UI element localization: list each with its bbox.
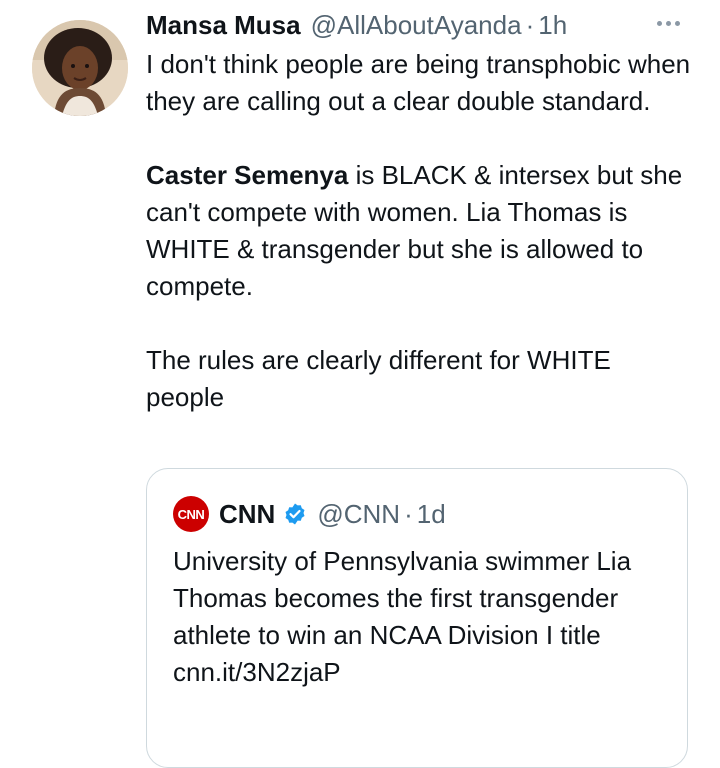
- tweet-text: I don't think people are being transphob…: [146, 46, 696, 416]
- quoted-author-handle[interactable]: @CNN: [317, 499, 400, 530]
- quoted-timestamp[interactable]: 1d: [417, 499, 446, 530]
- mention-caster-semenya: Caster Semenya: [146, 160, 349, 190]
- more-dot: [656, 20, 662, 26]
- quoted-tweet-header: CNN CNN @CNN · 1d: [173, 496, 446, 532]
- cnn-logo-icon: CNN: [173, 496, 209, 532]
- profile-photo: [32, 20, 128, 116]
- verified-badge-icon: [285, 503, 305, 525]
- quoted-author-name[interactable]: CNN: [219, 499, 275, 530]
- quoted-separator-dot: ·: [404, 498, 413, 529]
- tweet-header: Mansa Musa @AllAboutAyanda · 1h: [146, 10, 567, 44]
- quoted-tweet[interactable]: CNN CNN @CNN · 1d University of Pennsylv…: [146, 468, 688, 768]
- separator-dot: ·: [525, 10, 535, 40]
- quoted-tweet-text: University of Pennsylvania swimmer Lia T…: [173, 543, 653, 691]
- avatar[interactable]: [32, 20, 128, 116]
- tweet-paragraph-1: I don't think people are being transphob…: [146, 49, 691, 116]
- cnn-logo-text: CNN: [177, 506, 205, 522]
- tweet-paragraph-3: The rules are clearly different for WHIT…: [146, 345, 611, 412]
- quoted-tweet-body: University of Pennsylvania swimmer Lia T…: [173, 546, 632, 650]
- quoted-tweet-link[interactable]: cnn.it/3N2zjaP: [173, 654, 653, 691]
- tweet-timestamp[interactable]: 1h: [538, 10, 567, 41]
- author-handle[interactable]: @AllAboutAyanda: [311, 10, 522, 41]
- more-dot: [674, 20, 680, 26]
- more-dot: [665, 20, 671, 26]
- tweet-paragraph-2: Caster Semenya is BLACK & intersex but s…: [146, 157, 696, 305]
- more-options-icon[interactable]: [648, 10, 688, 36]
- author-name[interactable]: Mansa Musa: [146, 10, 301, 41]
